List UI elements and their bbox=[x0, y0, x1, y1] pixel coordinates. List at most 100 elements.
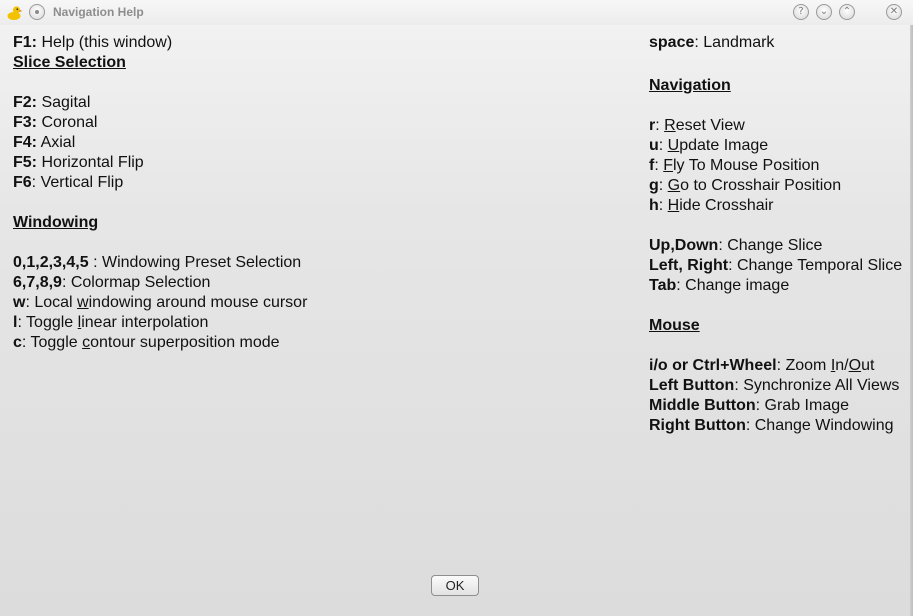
shortcut-line: Left, Right: Change Temporal Slice bbox=[649, 256, 902, 276]
shortcut-desc: Coronal bbox=[37, 114, 98, 131]
shortcut-line: w: Local windowing around mouse cursor bbox=[13, 293, 307, 313]
shortcut-desc-rest: ontour superposition mode bbox=[90, 334, 280, 351]
shortcut-desc: : Zoom bbox=[776, 357, 831, 374]
shortcut-line: i/o or Ctrl+Wheel: Zoom In/Out bbox=[649, 356, 902, 376]
space-line: space: Landmark bbox=[649, 33, 902, 53]
shortcut-desc: : Landmark bbox=[694, 34, 775, 51]
shortcut-line: Up,Down: Change Slice bbox=[649, 236, 902, 256]
mnemonic-letter: c bbox=[82, 334, 91, 351]
shortcut-desc: : Grab Image bbox=[755, 397, 850, 414]
shortcut-desc-rest: indowing around mouse cursor bbox=[88, 294, 308, 311]
shortcut-desc-rest: eset View bbox=[675, 117, 745, 134]
shortcut-desc: : bbox=[658, 177, 668, 194]
shortcut-key: 6,7,8,9 bbox=[13, 274, 62, 291]
shortcut-line: c: Toggle contour superposition mode bbox=[13, 333, 307, 353]
shortcut-line: Tab: Change image bbox=[649, 276, 902, 296]
shortcut-key: i/o or Ctrl+Wheel bbox=[649, 357, 777, 374]
shortcut-desc: : bbox=[658, 197, 668, 214]
shortcut-key: g bbox=[649, 177, 659, 194]
shortcut-key: c bbox=[13, 334, 22, 351]
shortcut-line: h: Hide Crosshair bbox=[649, 196, 902, 216]
shortcut-line: F3: Coronal bbox=[13, 113, 307, 133]
mnemonic-letter: U bbox=[667, 137, 680, 154]
shortcut-desc: : Colormap Selection bbox=[61, 274, 211, 291]
shortcut-desc: : Windowing Preset Selection bbox=[88, 254, 302, 271]
shortcut-key: F3: bbox=[13, 114, 37, 131]
shortcut-key: Middle Button bbox=[649, 397, 756, 414]
shortcut-desc: : Synchronize All Views bbox=[734, 377, 900, 394]
shortcut-desc: : Change image bbox=[676, 277, 790, 294]
window-title: Navigation Help bbox=[53, 5, 144, 19]
shortcut-line: u: Update Image bbox=[649, 136, 902, 156]
shortcut-line: Middle Button: Grab Image bbox=[649, 396, 902, 416]
close-button[interactable]: ✕ bbox=[886, 4, 902, 20]
shortcut-desc-rest: o to Crosshair Position bbox=[680, 177, 842, 194]
shortcut-key: 0,1,2,3,4,5 bbox=[13, 254, 89, 271]
mnemonic-letter: F bbox=[663, 157, 673, 174]
shortcut-desc: : Change Temporal Slice bbox=[728, 257, 903, 274]
windowing-heading: Windowing bbox=[13, 214, 99, 231]
mnemonic-letter: w bbox=[77, 294, 89, 311]
shortcut-desc: Sagital bbox=[37, 94, 91, 111]
title-bar[interactable]: Navigation Help ? ⌄ ⌃ ✕ bbox=[0, 0, 913, 25]
shortcut-key: space bbox=[649, 34, 695, 51]
shortcut-key: Left, Right bbox=[649, 257, 729, 274]
shortcut-desc: : bbox=[658, 137, 668, 154]
mnemonic-letter: H bbox=[667, 197, 680, 214]
shortcut-key: Up,Down bbox=[649, 237, 719, 254]
shortcut-desc: : Local bbox=[25, 294, 78, 311]
shortcut-desc: : bbox=[655, 117, 665, 134]
shortcut-desc: : bbox=[654, 157, 664, 174]
shortcut-desc-rest: ut bbox=[861, 357, 875, 374]
shortcut-desc-rest: pdate Image bbox=[679, 137, 769, 154]
shortcut-desc: : Toggle bbox=[21, 334, 83, 351]
shortcut-desc-rest: ide Crosshair bbox=[679, 197, 774, 214]
shortcut-desc-mid: n/ bbox=[835, 357, 849, 374]
shortcut-desc: : Change Slice bbox=[718, 237, 823, 254]
shortcut-line: F5: Horizontal Flip bbox=[13, 153, 307, 173]
shortcut-key: F1: bbox=[13, 34, 37, 51]
shortcut-key: Left Button bbox=[649, 377, 735, 394]
mnemonic-letter: R bbox=[664, 117, 676, 134]
navigation-heading: Navigation bbox=[649, 77, 731, 94]
mouse-heading: Mouse bbox=[649, 317, 700, 334]
shortcut-key: F5: bbox=[13, 154, 37, 171]
shortcut-line: Right Button: Change Windowing bbox=[649, 416, 902, 436]
f1-line: F1: Help (this window) bbox=[13, 33, 307, 53]
help-button[interactable]: ? bbox=[793, 4, 809, 20]
shortcut-line: F6: Vertical Flip bbox=[13, 173, 307, 193]
shortcut-desc-rest: ly To Mouse Position bbox=[673, 157, 820, 174]
shortcut-desc: Axial bbox=[37, 134, 76, 151]
shortcut-key: F2: bbox=[13, 94, 37, 111]
shortcut-line: r: Reset View bbox=[649, 116, 902, 136]
shortcut-line: l: Toggle linear interpolation bbox=[13, 313, 307, 333]
shortcut-key: Right Button bbox=[649, 417, 746, 434]
left-column: F1: Help (this window) Slice Selection F… bbox=[13, 33, 307, 353]
shortcut-line: 6,7,8,9: Colormap Selection bbox=[13, 273, 307, 293]
maximize-button[interactable]: ⌃ bbox=[839, 4, 855, 20]
shortcut-line: Left Button: Synchronize All Views bbox=[649, 376, 902, 396]
shortcut-key: w bbox=[13, 294, 26, 311]
ok-button[interactable]: OK bbox=[431, 575, 479, 596]
shortcut-key: F4: bbox=[13, 134, 37, 151]
help-window: Navigation Help ? ⌄ ⌃ ✕ F1: Help (this w… bbox=[0, 0, 913, 616]
shortcut-line: F2: Sagital bbox=[13, 93, 307, 113]
shortcut-desc-rest: inear interpolation bbox=[81, 314, 209, 331]
shortcut-desc: : Change Windowing bbox=[745, 417, 894, 434]
shortcut-key: F6 bbox=[13, 174, 32, 191]
shortcut-desc: : Toggle bbox=[17, 314, 78, 331]
shortcut-line: g: Go to Crosshair Position bbox=[649, 176, 902, 196]
shortcut-desc: : Vertical Flip bbox=[31, 174, 124, 191]
shortcut-key: Tab bbox=[649, 277, 677, 294]
shortcut-line: 0,1,2,3,4,5 : Windowing Preset Selection bbox=[13, 253, 307, 273]
mnemonic-letter: G bbox=[667, 177, 681, 194]
window-menu-icon[interactable] bbox=[29, 4, 45, 20]
duck-app-icon bbox=[6, 4, 23, 21]
mnemonic-letter: O bbox=[848, 357, 862, 374]
shortcut-line: f: Fly To Mouse Position bbox=[649, 156, 902, 176]
shortcut-key: u bbox=[649, 137, 659, 154]
right-column: space: Landmark Navigation r: Reset View… bbox=[649, 33, 902, 436]
shortcut-key: h bbox=[649, 197, 659, 214]
minimize-button[interactable]: ⌄ bbox=[816, 4, 832, 20]
shortcut-desc: Horizontal Flip bbox=[37, 154, 144, 171]
